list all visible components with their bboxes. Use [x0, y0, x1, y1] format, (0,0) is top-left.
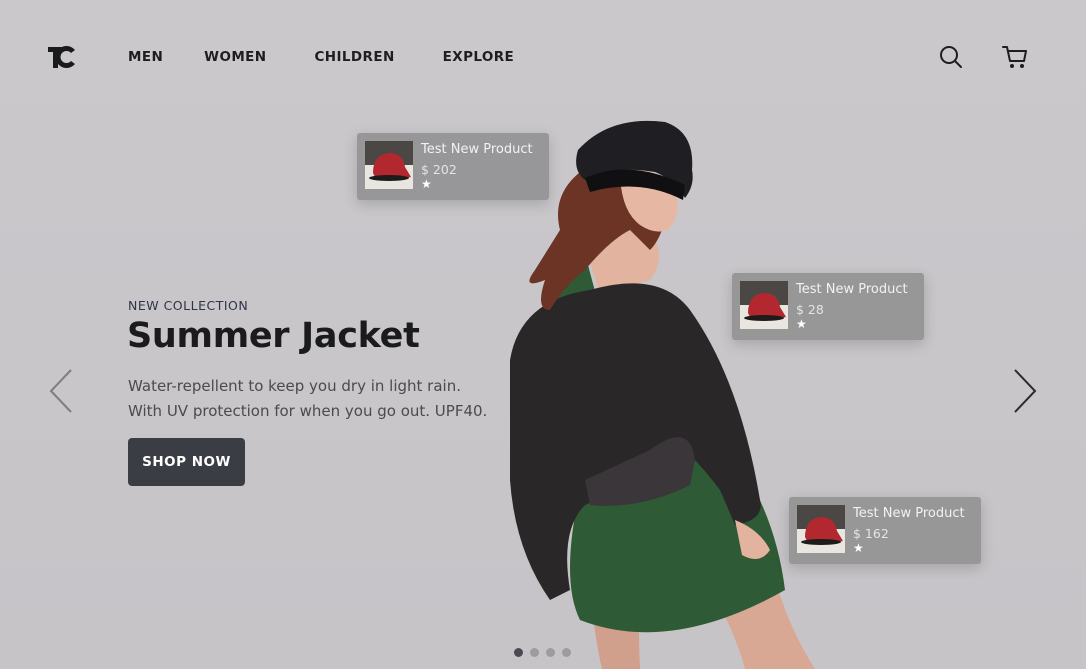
- carousel-dot-4[interactable]: [562, 648, 571, 657]
- product-card[interactable]: Test New Product $ 28 ★: [732, 273, 924, 340]
- product-price: $ 28: [796, 302, 824, 317]
- cart-icon[interactable]: [1001, 43, 1029, 71]
- brand-logo[interactable]: [47, 44, 77, 70]
- product-card[interactable]: Test New Product $ 162 ★: [789, 497, 981, 564]
- product-card[interactable]: Test New Product $ 202 ★: [357, 133, 549, 200]
- carousel-dot-1[interactable]: [514, 648, 523, 657]
- star-icon: ★: [853, 541, 864, 555]
- carousel-dots: [514, 648, 571, 657]
- search-icon[interactable]: [937, 43, 965, 71]
- product-name: Test New Product: [421, 142, 533, 157]
- carousel-dot-2[interactable]: [530, 648, 539, 657]
- next-slide-arrow-icon[interactable]: [1010, 366, 1040, 416]
- carousel-dot-3[interactable]: [546, 648, 555, 657]
- hero-title: Summer Jacket: [127, 316, 420, 356]
- product-name: Test New Product: [853, 506, 965, 521]
- main-nav: MEN WOMEN CHILDREN EXPLORE: [128, 48, 555, 66]
- hero-banner: MEN WOMEN CHILDREN EXPLORE NEW COLLECTIO…: [0, 0, 1086, 669]
- nav-children[interactable]: CHILDREN: [314, 48, 394, 66]
- shop-now-button[interactable]: SHOP NOW: [128, 438, 245, 486]
- red-cap-thumbnail: [365, 141, 413, 189]
- product-name: Test New Product: [796, 282, 908, 297]
- red-cap-thumbnail: [797, 505, 845, 553]
- product-price: $ 162: [853, 526, 889, 541]
- star-icon: ★: [796, 317, 807, 331]
- nav-men[interactable]: MEN: [128, 48, 163, 66]
- prev-slide-arrow-icon[interactable]: [47, 366, 77, 416]
- hero-eyebrow: NEW COLLECTION: [128, 298, 249, 313]
- red-cap-thumbnail: [740, 281, 788, 329]
- nav-women[interactable]: WOMEN: [204, 48, 266, 66]
- product-price: $ 202: [421, 162, 457, 177]
- hero-description: Water-repellent to keep you dry in light…: [128, 377, 488, 420]
- star-icon: ★: [421, 177, 432, 191]
- nav-explore[interactable]: EXPLORE: [443, 48, 515, 66]
